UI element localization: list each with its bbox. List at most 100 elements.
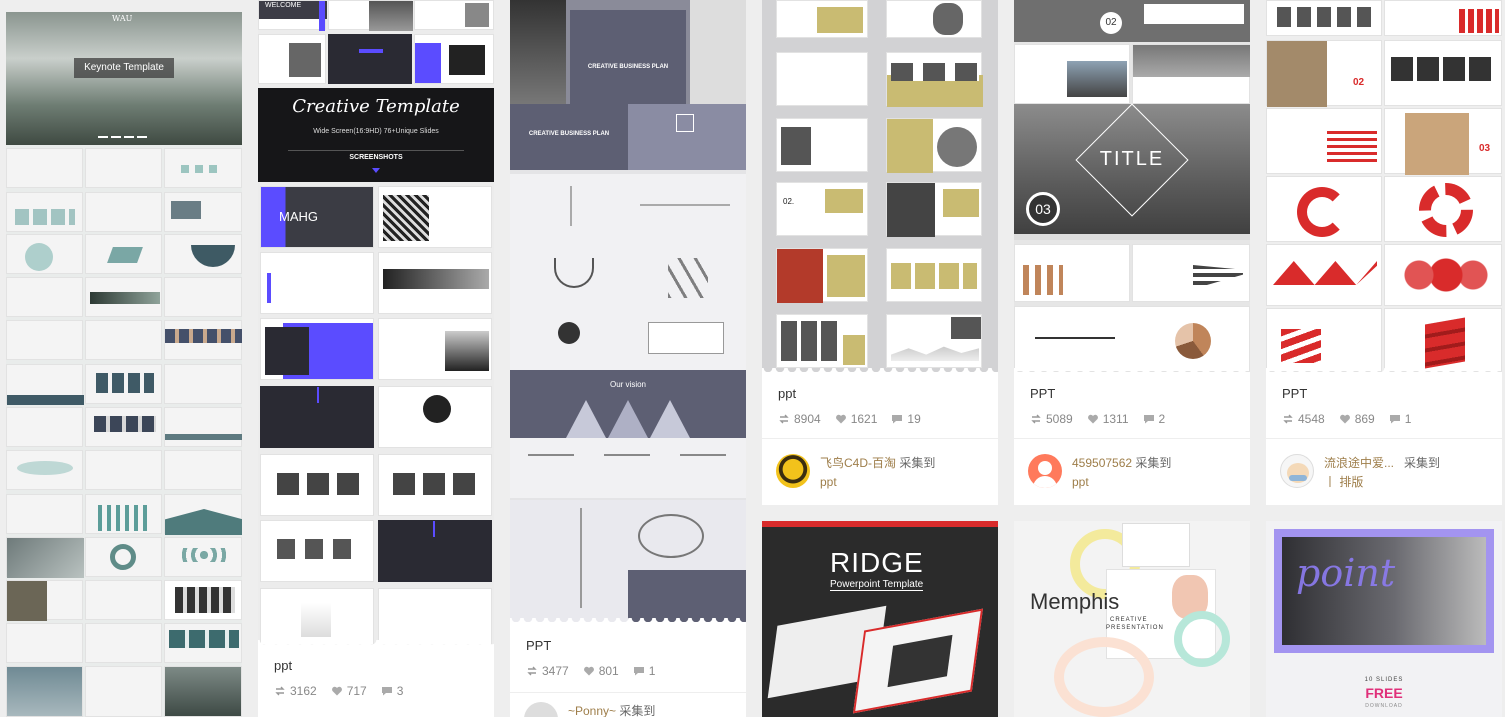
- pin-thumbnail[interactable]: point 10 SLIDES FREE DOWNLOAD: [1266, 521, 1502, 717]
- pin-source: 459507562 采集到 ppt: [1028, 454, 1171, 492]
- like-count[interactable]: 801: [583, 664, 619, 678]
- like-count[interactable]: 1621: [835, 412, 877, 426]
- slide-contact: [510, 438, 746, 498]
- comment-count[interactable]: 19: [891, 412, 921, 426]
- comment-icon: [633, 665, 645, 677]
- pin-board[interactable]: ppt: [1072, 473, 1171, 492]
- pin-card-keynote[interactable]: WAU Keynote Template: [6, 12, 242, 717]
- pin-user[interactable]: 流浪途中爱...: [1324, 456, 1394, 470]
- pin-source: 流浪途中爱... 采集到丨 排版: [1280, 454, 1440, 492]
- pin-card-yellow-template[interactable]: 02. ppt 8904 1621 19 飞鸟C4D-百淘 采集到 ppt: [762, 0, 998, 505]
- banner-title: Creative Template: [292, 96, 460, 117]
- pin-thumbnail[interactable]: Memphis CREATIVE PRESENTATION: [1014, 521, 1250, 717]
- banner: Creative Template Wide Screen(16:9HD) 76…: [258, 88, 494, 182]
- avatar[interactable]: [524, 702, 558, 717]
- hero-title: Keynote Template: [74, 58, 174, 78]
- num-02: 02: [1353, 77, 1365, 88]
- pin-stats: 8904 1621 19: [778, 412, 929, 426]
- comment-count[interactable]: 1: [633, 664, 655, 678]
- repin-icon: [274, 685, 286, 697]
- memphis-brand: Memphis: [1030, 589, 1120, 614]
- pin-thumbnail[interactable]: CREATIVE BUSINESS PLAN CREATIVE BUSINESS…: [510, 0, 746, 622]
- repin-count[interactable]: 5089: [1030, 412, 1073, 426]
- slide-grid-3: [510, 174, 746, 370]
- pin-thumbnail[interactable]: 02 03: [1266, 0, 1502, 372]
- pin-user[interactable]: 459507562: [1072, 456, 1132, 470]
- pin-thumbnail[interactable]: WELCOME Creative Template Wide Screen(16…: [258, 0, 494, 645]
- heart-icon: [835, 413, 847, 425]
- memphis-sub1: CREATIVE: [1110, 617, 1148, 623]
- pin-source: 飞鸟C4D-百淘 采集到 ppt: [776, 454, 935, 492]
- mahg-label: MAHG: [279, 209, 318, 224]
- pin-card-memphis[interactable]: Memphis CREATIVE PRESENTATION: [1014, 521, 1250, 717]
- pin-thumbnail[interactable]: 02 TITLE 03: [1014, 0, 1250, 372]
- avatar[interactable]: [1280, 454, 1314, 488]
- repin-count[interactable]: 3162: [274, 684, 317, 698]
- pin-board[interactable]: 丨 排版: [1324, 473, 1440, 492]
- pin-card-business-plan[interactable]: CREATIVE BUSINESS PLAN CREATIVE BUSINESS…: [510, 0, 746, 717]
- pin-action: 采集到: [899, 456, 936, 470]
- point-script: point: [1296, 551, 1396, 595]
- slide-plan-2: CREATIVE BUSINESS PLAN: [510, 104, 746, 170]
- pin-user[interactable]: ~Ponny~: [568, 704, 616, 717]
- point-slides: 10 SLIDES: [1364, 677, 1404, 683]
- avatar[interactable]: [1028, 454, 1062, 488]
- comment-icon: [891, 413, 903, 425]
- slide-head: 02: [1014, 0, 1250, 42]
- pin-action: 采集到: [1404, 456, 1441, 470]
- pin-card-red-template[interactable]: 02 03 PPT 4548 869 1 流浪途中爱... 采集到丨 排版: [1266, 0, 1502, 505]
- pin-title[interactable]: ppt: [778, 386, 796, 401]
- hero-image: WAU Keynote Template: [6, 12, 242, 145]
- pin-thumbnail[interactable]: 02.: [762, 0, 998, 372]
- banner-subtitle: Wide Screen(16:9HD) 76+Unique Slides: [313, 128, 439, 135]
- heart-icon: [331, 685, 343, 697]
- plan-title-1: CREATIVE BUSINESS PLAN: [587, 64, 669, 70]
- pin-card-point[interactable]: point 10 SLIDES FREE DOWNLOAD: [1266, 521, 1502, 717]
- point-download: DOWNLOAD: [1365, 703, 1403, 709]
- memphis-sub2: PRESENTATION: [1106, 625, 1164, 631]
- like-count[interactable]: 869: [1339, 412, 1375, 426]
- slide-plan-1: CREATIVE BUSINESS PLAN: [510, 0, 746, 104]
- pin-stats: 4548 869 1: [1282, 412, 1419, 426]
- repin-count[interactable]: 4548: [1282, 412, 1325, 426]
- pin-card-creative-template[interactable]: WELCOME Creative Template Wide Screen(16…: [258, 0, 494, 717]
- comment-count[interactable]: 1: [1389, 412, 1411, 426]
- repin-count[interactable]: 8904: [778, 412, 821, 426]
- heart-icon: [1339, 413, 1351, 425]
- comment-count[interactable]: 3: [381, 684, 403, 698]
- hero-dots: [98, 136, 150, 138]
- like-count[interactable]: 717: [331, 684, 367, 698]
- repin-icon: [1282, 413, 1294, 425]
- pin-title[interactable]: ppt: [274, 658, 292, 673]
- welcome-label: WELCOME: [265, 2, 302, 9]
- pin-thumbnail[interactable]: WAU Keynote Template: [6, 12, 242, 717]
- pin-source: ~Ponny~ 采集到: [524, 702, 655, 717]
- pin-board[interactable]: ppt: [820, 473, 935, 492]
- num-02: 02: [1100, 12, 1122, 34]
- slide-company: [510, 500, 746, 622]
- ridge-subtitle: Powerpoint Template: [830, 579, 924, 591]
- num-03: 03: [1026, 192, 1060, 226]
- comment-icon: [1143, 413, 1155, 425]
- avatar[interactable]: [776, 454, 810, 488]
- pin-title[interactable]: PPT: [526, 638, 551, 653]
- pin-user[interactable]: 飞鸟C4D-百淘: [820, 456, 896, 470]
- pin-card-title-template[interactable]: 02 TITLE 03 PPT 5089 1311 2 459507562 采集…: [1014, 0, 1250, 505]
- pin-title[interactable]: PPT: [1030, 386, 1055, 401]
- pin-thumbnail[interactable]: RIDGE Powerpoint Template: [762, 521, 998, 717]
- repin-icon: [526, 665, 538, 677]
- comment-icon: [1389, 413, 1401, 425]
- slide-vision: Our vision: [510, 370, 746, 438]
- hero-logo: WAU: [112, 14, 133, 23]
- repin-count[interactable]: 3477: [526, 664, 569, 678]
- comment-count[interactable]: 2: [1143, 412, 1165, 426]
- repin-icon: [778, 413, 790, 425]
- pin-card-ridge[interactable]: RIDGE Powerpoint Template: [762, 521, 998, 717]
- slide-title-hero: TITLE 03: [1014, 103, 1250, 240]
- like-count[interactable]: 1311: [1087, 412, 1129, 426]
- point-free: FREE: [1365, 685, 1403, 701]
- heart-icon: [1087, 413, 1099, 425]
- ridge-brand: RIDGE: [830, 547, 924, 578]
- pin-title[interactable]: PPT: [1282, 386, 1307, 401]
- num-03: 03: [1479, 143, 1491, 154]
